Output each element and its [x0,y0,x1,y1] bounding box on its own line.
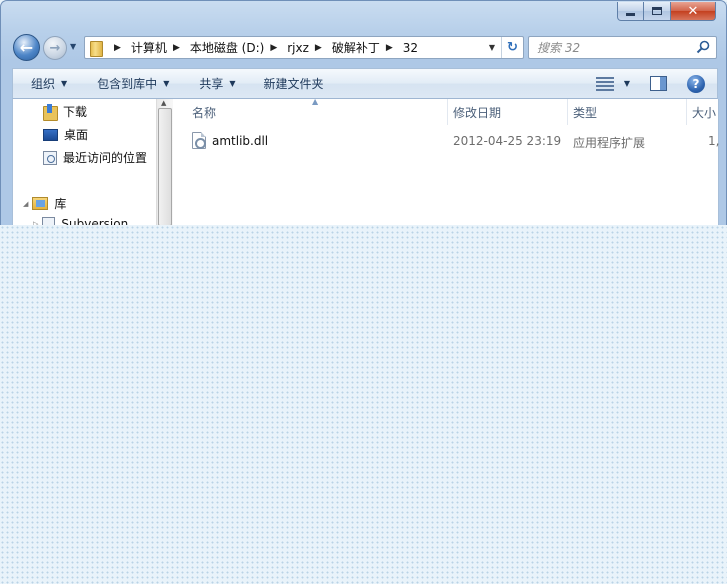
expanded-triangle-icon[interactable]: ◢ [23,200,28,208]
breadcrumb-drive[interactable]: 本地磁盘 (D:) ▶ [190,39,287,56]
minimize-icon [626,12,635,16]
downloads-folder-icon [43,104,58,121]
recent-places-icon [43,150,57,165]
nav-item-subversion[interactable]: ▷ Subversion [33,217,128,225]
back-button[interactable]: ← [13,34,40,61]
back-arrow-icon: ← [19,38,34,57]
column-header-type[interactable]: 类型 [573,99,597,125]
maximize-button[interactable] [644,2,671,21]
nav-item-desktop[interactable]: 桌面 [43,126,88,143]
caption-buttons: ✕ [617,2,716,22]
desktop-icon [43,128,58,141]
nav-item-libraries[interactable]: ◢ 库 [23,195,66,212]
column-divider[interactable] [447,99,448,125]
dropdown-arrow-icon: ▼ [61,79,68,88]
breadcrumb-root-arrow[interactable]: ▶ [108,43,131,53]
file-row[interactable]: amtlib.dll 2012-04-25 23:19 应用程序扩展 1,7 [192,131,719,153]
sort-ascending-icon: ▲ [312,99,319,106]
new-folder-button[interactable]: 新建文件夹 [264,69,324,98]
include-in-library-button[interactable]: 包含到库中 ▼ [97,69,169,98]
dropdown-arrow-icon: ▼ [163,79,170,88]
search-box [528,36,717,59]
share-button[interactable]: 共享 ▼ [199,69,235,98]
file-list: 名称 ▲ 修改日期 类型 大小 amtlib.dll 2012-04-25 23… [174,99,719,225]
file-name: amtlib.dll [212,134,269,148]
subversion-library-icon [42,217,56,225]
minimize-button[interactable] [617,2,644,21]
breadcrumb-computer[interactable]: 计算机 ▶ [131,39,190,56]
column-header-name[interactable]: 名称 [192,99,216,125]
navigation-pane: 下载 桌面 最近访问的位置 ◢ 库 ▷ Subversion [13,99,156,225]
file-date-modified: 2012-04-25 23:19 [453,134,562,148]
chevron-right-icon[interactable]: ▶ [386,43,393,53]
chevron-right-icon[interactable]: ▶ [173,43,180,53]
file-type: 应用程序扩展 [573,136,646,150]
column-divider[interactable] [567,99,568,125]
search-input[interactable] [537,40,697,55]
forward-arrow-icon: → [49,40,61,56]
close-button[interactable]: ✕ [671,2,716,21]
breadcrumb-crack-patch[interactable]: 破解补丁 ▶ [332,39,403,56]
organize-button[interactable]: 组织 ▼ [31,69,67,98]
chevron-right-icon[interactable]: ▶ [270,43,277,53]
maximize-icon [652,7,662,15]
collapsed-triangle-icon[interactable]: ▷ [33,220,38,225]
dll-file-icon [192,132,206,149]
preview-pane-icon[interactable] [650,76,667,91]
address-dropdown-icon[interactable]: ▼ [485,37,499,58]
scroll-up-icon[interactable]: ▲ [161,99,166,107]
library-icon [32,197,49,210]
change-view-icon[interactable] [595,76,614,91]
refresh-icon: ↻ [507,40,518,55]
breadcrumb-rjxz[interactable]: rjxz ▶ [287,41,332,55]
chevron-right-icon[interactable]: ▶ [315,43,322,53]
forward-button[interactable]: → [43,36,67,60]
column-divider[interactable] [686,99,687,125]
dropdown-arrow-icon: ▼ [229,79,236,88]
explorer-window: ✕ ← → ▼ ▶ 计算机 ▶ 本地磁盘 (D:) ▶ rjxz ▶ 破解补丁 ▶ [0,0,727,225]
navigation-bar: ← → ▼ ▶ 计算机 ▶ 本地磁盘 (D:) ▶ rjxz ▶ 破解补丁 ▶ 32 ▼ [13,34,723,64]
column-header-size[interactable]: 大小 [692,99,716,125]
scrollbar-thumb[interactable] [158,108,172,225]
column-header-date-modified[interactable]: 修改日期 [453,99,501,125]
history-dropdown-icon[interactable]: ▼ [70,42,76,51]
address-bar[interactable]: ▶ 计算机 ▶ 本地磁盘 (D:) ▶ rjxz ▶ 破解补丁 ▶ 32 ▼ ↻ [84,36,524,59]
refresh-button[interactable]: ↻ [501,37,523,58]
close-icon: ✕ [687,3,699,19]
toolbar-right-group: ▼ ? [595,69,717,98]
help-icon[interactable]: ? [687,74,705,93]
command-toolbar: 组织 ▼ 包含到库中 ▼ 共享 ▼ 新建文件夹 ▼ ? [12,68,718,99]
nav-item-recent-places[interactable]: 最近访问的位置 [43,149,147,166]
folder-icon [89,40,103,57]
views-dropdown-icon[interactable]: ▼ [624,79,630,88]
navigation-pane-scrollbar[interactable]: ▲ [156,99,173,225]
breadcrumb-32[interactable]: 32 [403,41,418,55]
content-area: 下载 桌面 最近访问的位置 ◢ 库 ▷ Subversion ▲ 名称 ▲ 修改… [12,99,719,225]
search-icon[interactable] [696,40,710,54]
nav-item-downloads[interactable]: 下载 [43,103,87,121]
file-size: 1,7 [708,134,719,148]
